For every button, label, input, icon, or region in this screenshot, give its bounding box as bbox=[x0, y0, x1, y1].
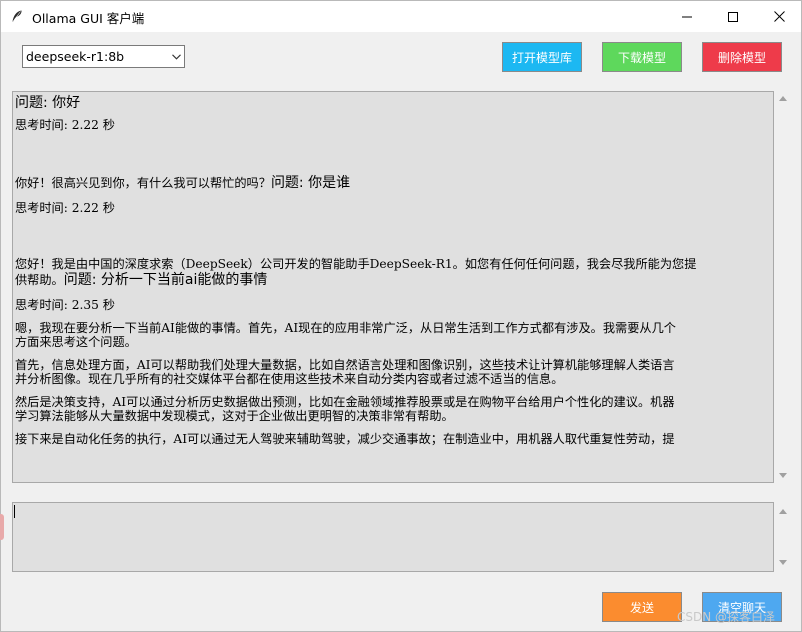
minimize-button[interactable] bbox=[664, 1, 710, 32]
think-time-2: 思考时间: 2.22 秒 bbox=[15, 201, 115, 215]
answer-2-line1: 您好！我是由中国的深度求索（DeepSeek）公司开发的智能助手DeepSeek… bbox=[15, 257, 697, 271]
send-button[interactable]: 发送 bbox=[602, 592, 682, 622]
close-button[interactable] bbox=[756, 1, 802, 32]
open-model-library-button[interactable]: 打开模型库 bbox=[502, 42, 582, 72]
paragraph-1-line2: 方面来思考这个问题。 bbox=[15, 335, 137, 349]
chat-scrollbar[interactable] bbox=[775, 91, 791, 483]
maximize-icon bbox=[728, 11, 738, 22]
window-title: Ollama GUI 客户端 bbox=[32, 11, 145, 26]
paragraph-2-line2: 并分析图像。现在几乎所有的社交媒体平台都在使用这些技术来自动分类内容或者过滤不适… bbox=[15, 372, 564, 386]
think-time-3: 思考时间: 2.35 秒 bbox=[15, 298, 115, 312]
download-model-button[interactable]: 下载模型 bbox=[602, 42, 682, 72]
chat-history[interactable]: 问题: 你好 思考时间: 2.22 秒 你好！很高兴见到你，有什么我可以帮忙的吗… bbox=[12, 91, 774, 483]
maximize-button[interactable] bbox=[710, 1, 756, 32]
watermark: CSDN @探客白泽 bbox=[677, 610, 776, 624]
message-input[interactable] bbox=[12, 502, 774, 572]
paragraph-3-line2: 学习算法能够从大量数据中发现模式，这对于企业做出更明智的决策非常有帮助。 bbox=[15, 409, 454, 423]
question-1: 问题: 你好 bbox=[15, 95, 81, 111]
paragraph-4-line1: 接下来是自动化任务的执行，AI可以通过无人驾驶来辅助驾驶，减少交通事故；在制造业… bbox=[15, 432, 675, 446]
think-time-1: 思考时间: 2.22 秒 bbox=[15, 118, 115, 132]
question-3: 问题: 分析一下当前ai能做的事情 bbox=[63, 272, 268, 288]
delete-model-button[interactable]: 删除模型 bbox=[702, 42, 782, 72]
model-select[interactable]: deepseek-r1:8b bbox=[22, 45, 185, 68]
paragraph-3-line1: 然后是决策支持，AI可以通过分析历史数据做出预测，比如在金融领域推荐股票或是在购… bbox=[15, 395, 675, 409]
minimize-icon bbox=[682, 16, 692, 17]
feather-icon bbox=[12, 10, 22, 22]
question-2: 问题: 你是谁 bbox=[270, 175, 351, 191]
scrollbar-track bbox=[775, 91, 791, 483]
answer-2-line2: 供帮助。问题: 分析一下当前ai能做的事情 bbox=[15, 272, 268, 288]
input-scrollbar-track bbox=[775, 502, 791, 572]
input-scrollbar[interactable] bbox=[775, 502, 791, 572]
chevron-down-icon bbox=[168, 46, 184, 67]
title-bar[interactable]: Ollama GUI 客户端 bbox=[1, 1, 801, 32]
paragraph-2-line1: 首先，信息处理方面，AI可以帮助我们处理大量数据，比如自然语言处理和图像识别，这… bbox=[15, 358, 675, 372]
close-icon bbox=[773, 11, 785, 22]
model-select-value: deepseek-r1:8b bbox=[26, 49, 125, 64]
paragraph-1-line1: 嗯，我现在要分析一下当前AI能做的事情。首先，AI现在的应用非常广泛，从日常生活… bbox=[15, 321, 676, 335]
toolbar: deepseek-r1:8b 打开模型库 下载模型 删除模型 bbox=[1, 32, 801, 88]
answer-1: 你好！很高兴见到你，有什么我可以帮忙的吗？问题: 你是谁 bbox=[15, 175, 351, 191]
text-caret bbox=[14, 505, 15, 518]
app-window: Ollama GUI 客户端 deepseek-r1:8b 打开模型库 下载模型… bbox=[0, 0, 802, 632]
left-edge-marker bbox=[0, 514, 4, 540]
